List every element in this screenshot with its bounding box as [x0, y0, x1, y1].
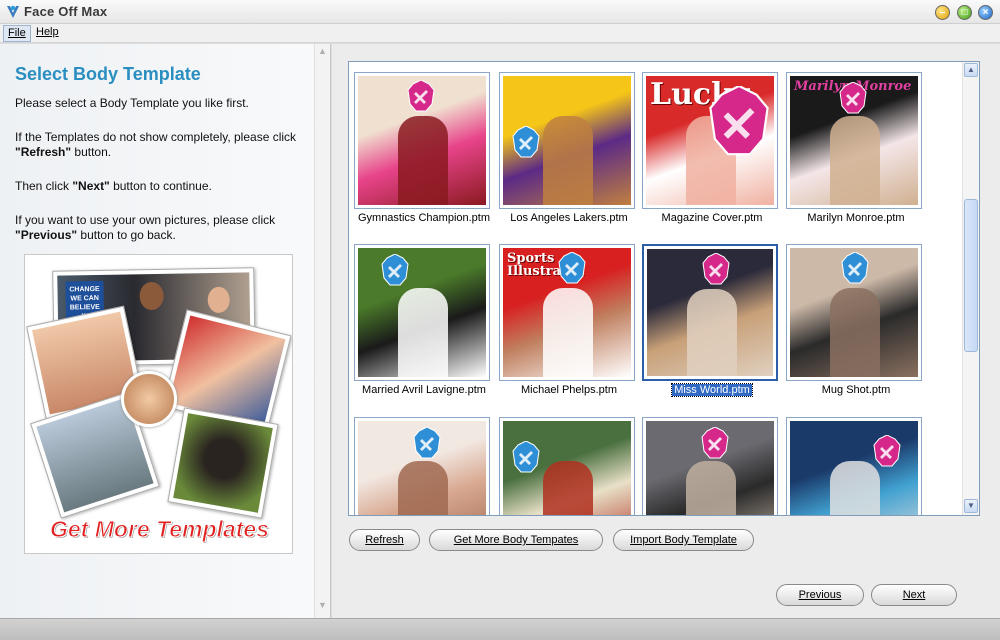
- template-thumbnail[interactable]: [642, 417, 778, 515]
- template-caption[interactable]: Marilyn Monroe.ptm: [786, 212, 926, 224]
- template-image: [358, 76, 486, 205]
- grid-scrollbar[interactable]: ▲ ▼: [962, 62, 979, 515]
- instruction-text: If you want to use your own pictures, pl…: [15, 213, 276, 242]
- promo-title: Get More Templates: [50, 516, 270, 543]
- template-caption[interactable]: Mug Shot.ptm: [786, 384, 926, 396]
- face-placeholder-icon: [873, 435, 901, 467]
- template-image: [358, 421, 486, 515]
- template-area: ▲ ▼ Gymnastics Champion.ptm Los Angeles L…: [332, 44, 1000, 618]
- body-silhouette: [686, 461, 736, 515]
- template-caption[interactable]: Gymnastics Champion.ptm: [354, 212, 494, 224]
- template-image: Lucky: [646, 76, 774, 205]
- body-silhouette: [830, 461, 880, 515]
- maximize-icon[interactable]: □: [957, 5, 972, 20]
- promo-face: [121, 371, 177, 427]
- scroll-up-icon[interactable]: ▲: [964, 63, 978, 77]
- status-bar: [0, 618, 1000, 640]
- face-placeholder-icon: [407, 80, 435, 112]
- template-image: [358, 248, 486, 377]
- menu-bar: File Help: [0, 24, 1000, 43]
- body-silhouette: [398, 116, 448, 205]
- template-image: [503, 421, 631, 515]
- template-caption[interactable]: Miss World.ptm: [642, 383, 782, 397]
- template-thumbnail[interactable]: [786, 244, 922, 381]
- instructions-panel: Select Body Template Please select a Bod…: [0, 44, 331, 618]
- instruction-text: If the Templates do not show completely,…: [15, 130, 297, 159]
- face-placeholder-icon: [841, 252, 869, 284]
- menu-help[interactable]: Help: [32, 25, 63, 42]
- face-placeholder-icon: [702, 253, 730, 285]
- body-silhouette: [543, 461, 593, 515]
- promo-photo: [167, 407, 279, 519]
- template-caption-text: Married Avril Lavigne.ptm: [362, 384, 486, 396]
- template-thumbnail[interactable]: Marilyn Monroe: [786, 72, 922, 209]
- template-caption[interactable]: Magazine Cover.ptm: [642, 212, 782, 224]
- get-more-templates-button[interactable]: Get More Body Tempates: [429, 529, 603, 551]
- template-caption-text: Gymnastics Champion.ptm: [357, 212, 491, 224]
- body-silhouette: [830, 116, 880, 205]
- template-thumbnail[interactable]: [786, 417, 922, 515]
- template-grid: ▲ ▼ Gymnastics Champion.ptm Los Angeles L…: [348, 61, 980, 516]
- body-silhouette: [543, 288, 593, 377]
- face-placeholder-icon: [512, 441, 540, 473]
- face-placeholder-icon: [701, 427, 729, 459]
- template-caption[interactable]: Married Avril Lavigne.ptm: [354, 384, 494, 396]
- instruction-text: Then click "Next" button to continue.: [15, 179, 212, 193]
- face-placeholder-icon: [558, 252, 586, 284]
- import-template-button[interactable]: Import Body Template: [613, 529, 754, 551]
- template-thumbnail[interactable]: [354, 72, 490, 209]
- template-caption-text: Marilyn Monroe.ptm: [807, 212, 905, 224]
- left-scrollbar[interactable]: ▲ ▼: [314, 44, 330, 618]
- template-thumbnail[interactable]: [354, 417, 490, 515]
- template-image: [790, 421, 918, 515]
- template-caption[interactable]: Michael Phelps.ptm: [499, 384, 639, 396]
- face-placeholder-icon: [839, 82, 867, 114]
- template-caption-text: Magazine Cover.ptm: [661, 212, 763, 224]
- next-button[interactable]: Next: [871, 584, 957, 606]
- body-silhouette: [687, 289, 737, 376]
- window-title: Face Off Max: [24, 4, 108, 19]
- template-thumbnail[interactable]: Sports Illustrated: [499, 244, 635, 381]
- instruction-text: Please select a Body Template you like f…: [15, 96, 249, 110]
- template-image: [646, 421, 774, 515]
- previous-button[interactable]: Previous: [776, 584, 864, 606]
- title-bar: Face Off Max – □ ×: [0, 0, 1000, 24]
- minimize-icon[interactable]: –: [935, 5, 950, 20]
- face-placeholder-icon: [709, 86, 769, 156]
- template-thumbnail[interactable]: [499, 72, 635, 209]
- face-placeholder-icon: [512, 126, 540, 158]
- template-caption[interactable]: Los Angeles Lakers.ptm: [499, 212, 639, 224]
- refresh-button[interactable]: Refresh: [349, 529, 420, 551]
- body-silhouette: [398, 461, 448, 515]
- get-more-templates-banner[interactable]: CHANGE WE CAN BELIEVE IN Get More Templa…: [24, 254, 293, 554]
- template-caption-text: Los Angeles Lakers.ptm: [510, 212, 628, 224]
- template-image: [503, 76, 631, 205]
- body-silhouette: [830, 288, 880, 377]
- template-thumbnail[interactable]: Lucky: [642, 72, 778, 209]
- body-silhouette: [543, 116, 593, 205]
- menu-file[interactable]: File: [3, 25, 31, 42]
- face-placeholder-icon: [413, 427, 441, 459]
- template-caption-text: Michael Phelps.ptm: [521, 384, 617, 396]
- close-icon[interactable]: ×: [978, 5, 993, 20]
- scrollbar-thumb[interactable]: [964, 199, 978, 352]
- scroll-down-icon[interactable]: ▼: [964, 499, 978, 513]
- template-image: Marilyn Monroe: [790, 76, 918, 205]
- panel-heading: Select Body Template: [15, 64, 201, 84]
- template-image: Sports Illustrated: [503, 248, 631, 377]
- template-caption-text: Mug Shot.ptm: [821, 384, 891, 396]
- body-silhouette: [398, 288, 448, 377]
- template-caption-text: Miss World.ptm: [671, 383, 753, 397]
- template-thumbnail[interactable]: [499, 417, 635, 515]
- template-thumbnail[interactable]: [642, 244, 778, 381]
- template-thumbnail[interactable]: [354, 244, 490, 381]
- scroll-up-icon[interactable]: ▲: [318, 46, 327, 56]
- template-image: [647, 249, 773, 376]
- template-image: [790, 248, 918, 377]
- app-logo-icon: [7, 5, 19, 18]
- scroll-down-icon[interactable]: ▼: [318, 600, 327, 610]
- face-placeholder-icon: [381, 254, 409, 286]
